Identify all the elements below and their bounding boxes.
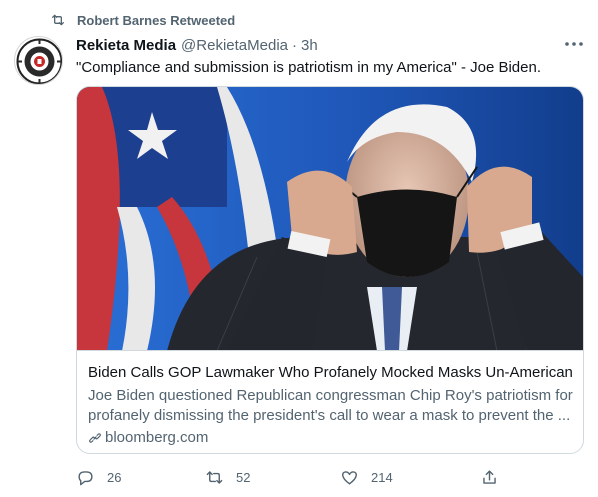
retweet-icon — [52, 14, 64, 26]
avatar[interactable] — [14, 36, 63, 85]
separator: · — [292, 37, 297, 54]
retweet-icon — [206, 470, 223, 484]
reply-icon — [78, 470, 93, 485]
retweet-count: 52 — [236, 469, 251, 485]
tweet-header: Rekieta Media @RekietaMedia · 3h — [76, 37, 318, 54]
card-domain-text: bloomberg.com — [105, 429, 209, 446]
reply-count: 26 — [107, 469, 122, 485]
card-description-line: profanely dismissing the president's cal… — [88, 407, 571, 424]
reply-button[interactable]: 26 — [76, 464, 121, 490]
link-icon — [89, 432, 101, 443]
rekieta-logo-icon — [16, 38, 62, 84]
card-description-line: Joe Biden questioned Republican congress… — [88, 387, 573, 404]
card-title: Biden Calls GOP Lawmaker Who Profanely M… — [88, 364, 573, 381]
more-options-icon[interactable] — [562, 34, 586, 54]
author-handle[interactable]: @RekietaMedia — [181, 37, 288, 54]
tweet-text: "Compliance and submission is patriotism… — [76, 59, 541, 76]
retweet-button[interactable]: 52 — [205, 464, 250, 490]
link-card[interactable]: Biden Calls GOP Lawmaker Who Profanely M… — [76, 86, 584, 454]
share-button[interactable] — [480, 464, 499, 490]
retweeted-by-label[interactable]: Robert Barnes Retweeted — [77, 13, 235, 28]
timestamp[interactable]: 3h — [301, 37, 318, 54]
card-domain: bloomberg.com — [88, 429, 208, 446]
author-name[interactable]: Rekieta Media — [76, 37, 176, 54]
action-bar: 26 52 214 — [0, 464, 598, 490]
share-icon — [483, 469, 496, 484]
like-count: 214 — [371, 469, 393, 485]
heart-icon — [342, 470, 357, 485]
card-description: Joe Biden questioned Republican congress… — [88, 386, 574, 426]
card-image[interactable] — [77, 87, 583, 351]
like-button[interactable]: 214 — [340, 464, 393, 490]
